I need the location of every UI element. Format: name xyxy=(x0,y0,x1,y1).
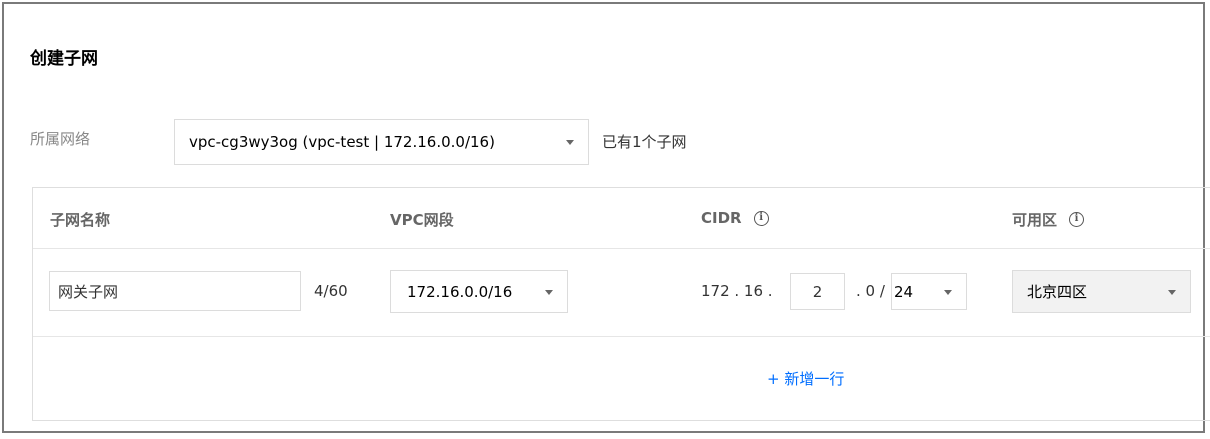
zone-select[interactable]: 北京四区 xyxy=(1012,270,1191,313)
caret-down-icon xyxy=(545,289,553,295)
header-vpc-segment-label: VPC网段 xyxy=(390,211,454,229)
subnet-table: 子网名称 VPC网段 CIDR i 可用区 i 4/60 172.16.0.0/… xyxy=(32,187,1210,421)
vpc-segment-value: 172.16.0.0/16 xyxy=(407,282,513,301)
caret-down-icon xyxy=(944,289,952,295)
subnet-count-hint: 已有1个子网 xyxy=(602,133,687,151)
caret-down-icon xyxy=(1168,289,1176,295)
header-zone: 可用区 i xyxy=(1012,209,1085,230)
info-circle-icon[interactable]: i xyxy=(753,210,769,226)
zone-select-value: 北京四区 xyxy=(1027,283,1088,301)
cidr-octet-input[interactable] xyxy=(790,273,845,310)
cidr-prefix: 172 . 16 . xyxy=(701,282,773,300)
create-subnet-dialog: 创建子网 所属网络 vpc-cg3wy3og (vpc-test | 172.1… xyxy=(2,2,1210,433)
header-subnet-name: 子网名称 xyxy=(50,209,110,230)
vpc-select[interactable]: vpc-cg3wy3og (vpc-test | 172.16.0.0/16) xyxy=(174,119,589,165)
vpc-segment-select[interactable]: 172.16.0.0/16 xyxy=(390,270,568,313)
cidr-mask-value: 24 xyxy=(894,282,914,301)
cidr-mask-select[interactable]: 24 xyxy=(891,273,967,310)
header-cidr: CIDR i xyxy=(701,209,769,227)
dialog-title: 创建子网 xyxy=(30,49,98,69)
header-vpc-segment: VPC网段 xyxy=(390,209,454,230)
subnet-name-input[interactable] xyxy=(49,271,301,311)
header-subnet-name-label: 子网名称 xyxy=(50,211,111,229)
cidr-suffix: . 0 / xyxy=(856,282,885,300)
vpc-label: 所属网络 xyxy=(30,130,91,148)
table-header: 子网名称 VPC网段 CIDR i 可用区 i xyxy=(33,188,1210,249)
vpc-select-value: vpc-cg3wy3og (vpc-test | 172.16.0.0/16) xyxy=(189,133,495,151)
header-zone-label: 可用区 xyxy=(1012,211,1058,229)
add-row-link[interactable]: + 新增一行 xyxy=(767,368,844,389)
info-circle-icon[interactable]: i xyxy=(1069,212,1085,227)
header-cidr-label: CIDR xyxy=(701,209,742,227)
table-row: 4/60 172.16.0.0/16 172 . 16 . . 0 / 24 北… xyxy=(33,249,1210,337)
name-char-counter: 4/60 xyxy=(314,282,348,300)
caret-down-icon xyxy=(566,140,574,145)
